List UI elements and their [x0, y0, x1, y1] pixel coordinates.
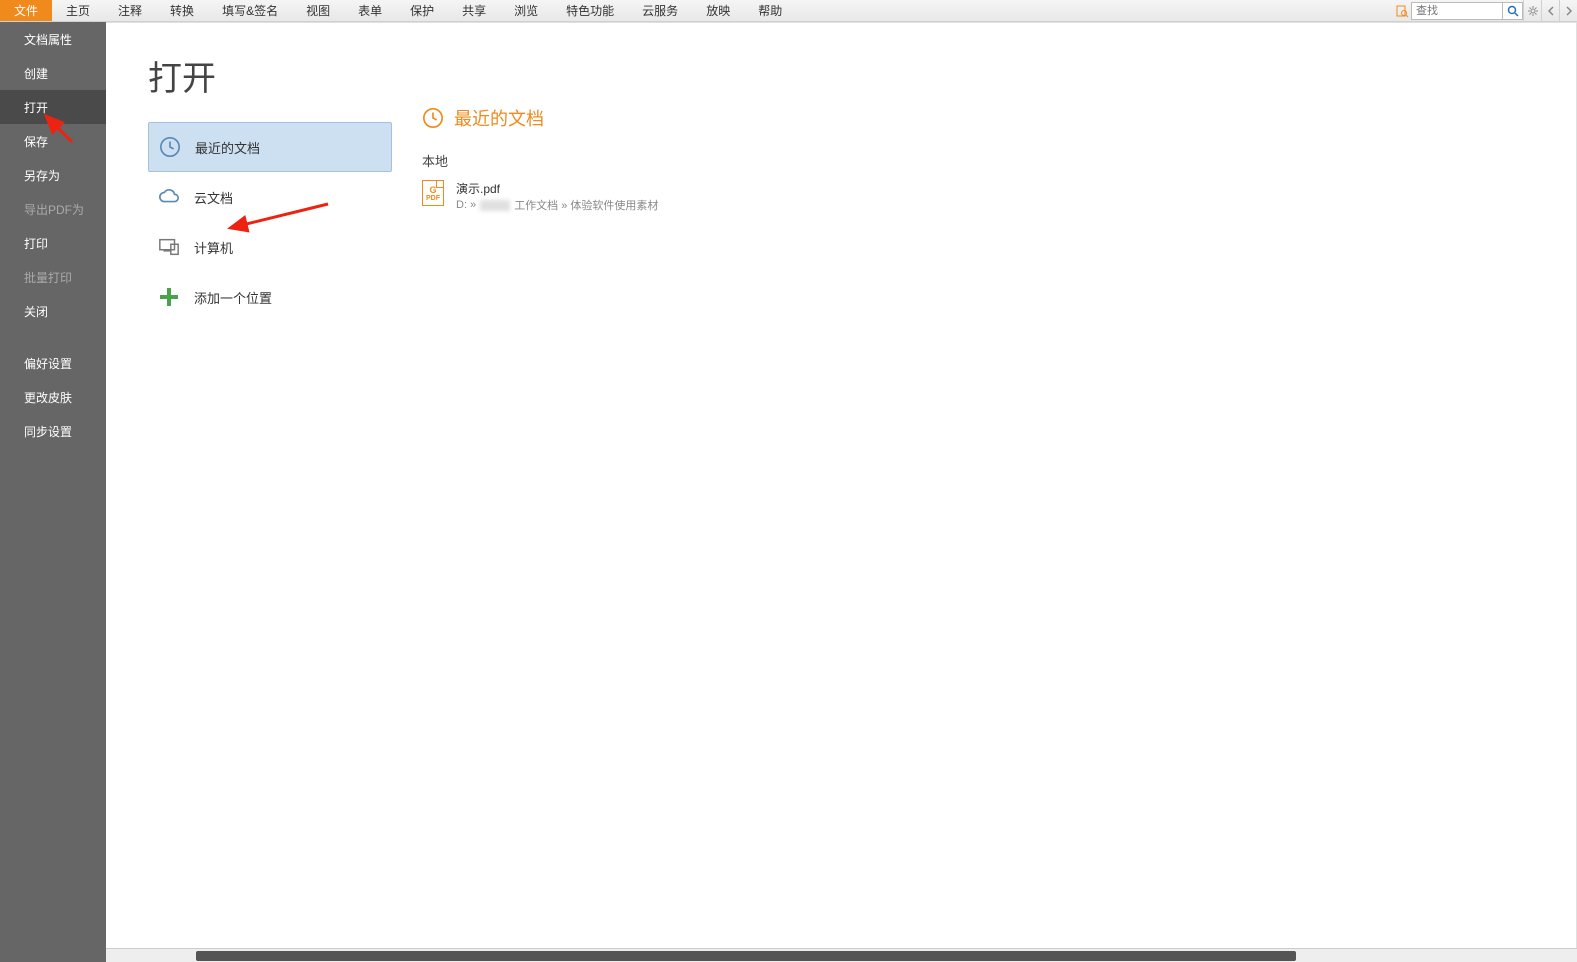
- menu-item-12[interactable]: 放映: [692, 0, 744, 21]
- recent-doc-list: GPDF 演示.pdfD: »工作文档 » 体验软件使用素材: [422, 176, 1576, 217]
- sidebar-item-8[interactable]: 关闭: [0, 294, 106, 328]
- menu-item-0[interactable]: 文件: [0, 0, 52, 21]
- recent-icon: [159, 136, 181, 158]
- source-item-label: 添加一个位置: [194, 288, 272, 307]
- open-sources-column: 打开 最近的文档云文档计算机添加一个位置: [106, 23, 390, 961]
- menu-item-10[interactable]: 特色功能: [552, 0, 628, 21]
- sidebar-item-1[interactable]: 创建: [0, 56, 106, 90]
- source-item-computer[interactable]: 计算机: [148, 222, 392, 272]
- menu-right-controls: [1393, 0, 1577, 22]
- menu-item-1[interactable]: 主页: [52, 0, 104, 21]
- section-title: 最近的文档: [454, 105, 544, 131]
- sidebar-item-7: 批量打印: [0, 260, 106, 294]
- menu-item-11[interactable]: 云服务: [628, 0, 692, 21]
- source-item-add[interactable]: 添加一个位置: [148, 272, 392, 322]
- main-content: 打开 最近的文档云文档计算机添加一个位置 最近的文档 本地 GPDF 演示.pdf…: [106, 22, 1577, 962]
- source-item-label: 计算机: [194, 238, 233, 257]
- bottom-scrollbar[interactable]: [106, 948, 1577, 962]
- pdf-file-icon: GPDF: [422, 180, 444, 206]
- sidebar-item-2[interactable]: 打开: [0, 90, 106, 124]
- sidebar-item-11[interactable]: 同步设置: [0, 414, 106, 448]
- add-icon: [158, 286, 180, 308]
- computer-icon: [158, 236, 180, 258]
- find-in-page-icon[interactable]: [1393, 2, 1411, 20]
- sidebar-item-10[interactable]: 更改皮肤: [0, 380, 106, 414]
- search-button[interactable]: [1503, 2, 1523, 20]
- sidebar-item-4[interactable]: 另存为: [0, 158, 106, 192]
- doc-name: 演示.pdf: [456, 180, 658, 197]
- nav-back-icon[interactable]: [1541, 0, 1559, 22]
- local-label: 本地: [422, 151, 1576, 170]
- doc-path: D: »工作文档 » 体验软件使用素材: [456, 197, 658, 213]
- settings-gear-icon[interactable]: [1523, 0, 1541, 22]
- source-list: 最近的文档云文档计算机添加一个位置: [148, 122, 392, 322]
- menu-item-13[interactable]: 帮助: [744, 0, 796, 21]
- file-sidebar: 文档属性创建打开保存另存为导出PDF为打印批量打印关闭偏好设置更改皮肤同步设置: [0, 22, 106, 962]
- menu-item-3[interactable]: 转换: [156, 0, 208, 21]
- menu-item-6[interactable]: 表单: [344, 0, 396, 21]
- search-input[interactable]: [1411, 2, 1503, 20]
- source-item-label: 最近的文档: [195, 138, 260, 157]
- cloud-icon: [158, 186, 180, 208]
- menu-item-4[interactable]: 填写&签名: [208, 0, 292, 21]
- scrollbar-thumb[interactable]: [196, 951, 1296, 961]
- menu-item-5[interactable]: 视图: [292, 0, 344, 21]
- menu-item-7[interactable]: 保护: [396, 0, 448, 21]
- clock-icon: [422, 107, 444, 129]
- sidebar-item-0[interactable]: 文档属性: [0, 22, 106, 56]
- page-title: 打开: [148, 51, 390, 100]
- menu-bar: 文件主页注释转换填写&签名视图表单保护共享浏览特色功能云服务放映帮助: [0, 0, 1577, 22]
- menu-item-8[interactable]: 共享: [448, 0, 500, 21]
- nav-forward-icon[interactable]: [1559, 0, 1577, 22]
- source-item-cloud[interactable]: 云文档: [148, 172, 392, 222]
- menu-item-9[interactable]: 浏览: [500, 0, 552, 21]
- sidebar-item-3[interactable]: 保存: [0, 124, 106, 158]
- sidebar-item-9[interactable]: 偏好设置: [0, 346, 106, 380]
- sidebar-item-6[interactable]: 打印: [0, 226, 106, 260]
- doc-info: 演示.pdfD: »工作文档 » 体验软件使用素材: [456, 180, 658, 213]
- recent-doc-row[interactable]: GPDF 演示.pdfD: »工作文档 » 体验软件使用素材: [422, 176, 1576, 217]
- source-item-recent[interactable]: 最近的文档: [148, 122, 392, 172]
- source-item-label: 云文档: [194, 188, 233, 207]
- recent-documents-panel: 最近的文档 本地 GPDF 演示.pdfD: »工作文档 » 体验软件使用素材: [390, 23, 1576, 961]
- sidebar-item-5: 导出PDF为: [0, 192, 106, 226]
- menu-item-2[interactable]: 注释: [104, 0, 156, 21]
